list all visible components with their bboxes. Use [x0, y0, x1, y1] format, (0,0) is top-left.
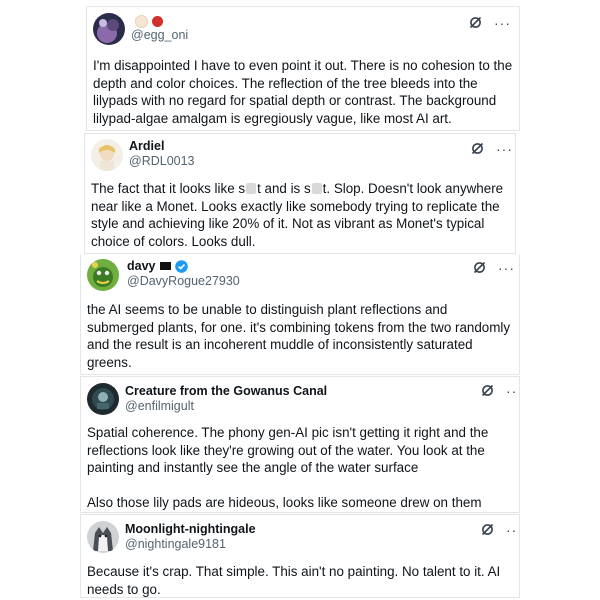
reply-card[interactable]: Moonlight-nightingale @nightingale9181 ·… — [80, 514, 520, 598]
display-name[interactable]: Ardiel — [129, 139, 195, 154]
reply-text: I'm disappointed I have to even point it… — [93, 58, 513, 126]
avatar[interactable] — [87, 521, 119, 553]
display-name[interactable]: davy — [127, 259, 240, 274]
user-handle[interactable]: @enfilmigult — [125, 399, 327, 414]
avatar[interactable] — [87, 383, 119, 415]
censor-blur — [311, 183, 322, 194]
censor-blur — [246, 183, 257, 194]
reply-text: Because it's crap. That simple. This ain… — [87, 564, 501, 597]
grok-slash-icon[interactable] — [473, 261, 486, 274]
more-dots-icon[interactable]: ··· — [496, 142, 513, 156]
display-name[interactable]: Creature from the Gowanus Canal — [125, 384, 327, 399]
avatar[interactable] — [87, 259, 119, 291]
reply-card[interactable]: @egg_oni ··· I'm disappointed I have to … — [86, 6, 520, 131]
display-name[interactable]: Moonlight-nightingale — [125, 522, 256, 537]
grok-slash-icon[interactable] — [471, 142, 484, 155]
reply-text: The fact that it looks like st and is st… — [91, 181, 504, 249]
egg-emoji-icon — [135, 15, 148, 28]
reply-text: the AI seems to be unable to distinguish… — [87, 302, 511, 370]
user-handle[interactable]: @nightingale9181 — [125, 537, 256, 552]
user-handle[interactable]: @RDL0013 — [129, 154, 195, 169]
verified-check-icon — [174, 260, 188, 273]
reply-card[interactable]: davy @DavyRogue27930 ··· the AI seems to… — [80, 254, 520, 375]
grok-slash-icon[interactable] — [481, 384, 494, 397]
reply-text: Spatial coherence. The phony gen-AI pic … — [87, 425, 489, 510]
grok-slash-icon[interactable] — [469, 16, 482, 29]
more-dots-icon[interactable]: ··· — [494, 16, 511, 30]
user-handle[interactable]: @DavyRogue27930 — [127, 274, 240, 289]
grok-slash-icon[interactable] — [481, 523, 494, 536]
user-handle[interactable]: @egg_oni — [131, 28, 188, 43]
avatar[interactable] — [91, 139, 123, 171]
more-dots-icon[interactable]: ··· — [498, 261, 515, 275]
black-flag-icon — [159, 261, 171, 270]
reply-card[interactable]: Ardiel @RDL0013 ··· The fact that it loo… — [84, 133, 516, 254]
more-dots-icon[interactable]: ··· — [506, 384, 519, 398]
avatar[interactable] — [93, 13, 125, 45]
display-name[interactable] — [131, 15, 188, 28]
reply-card[interactable]: Creature from the Gowanus Canal @enfilmi… — [80, 376, 520, 513]
oni-emoji-icon — [152, 16, 163, 27]
more-dots-icon[interactable]: ··· — [506, 523, 519, 537]
